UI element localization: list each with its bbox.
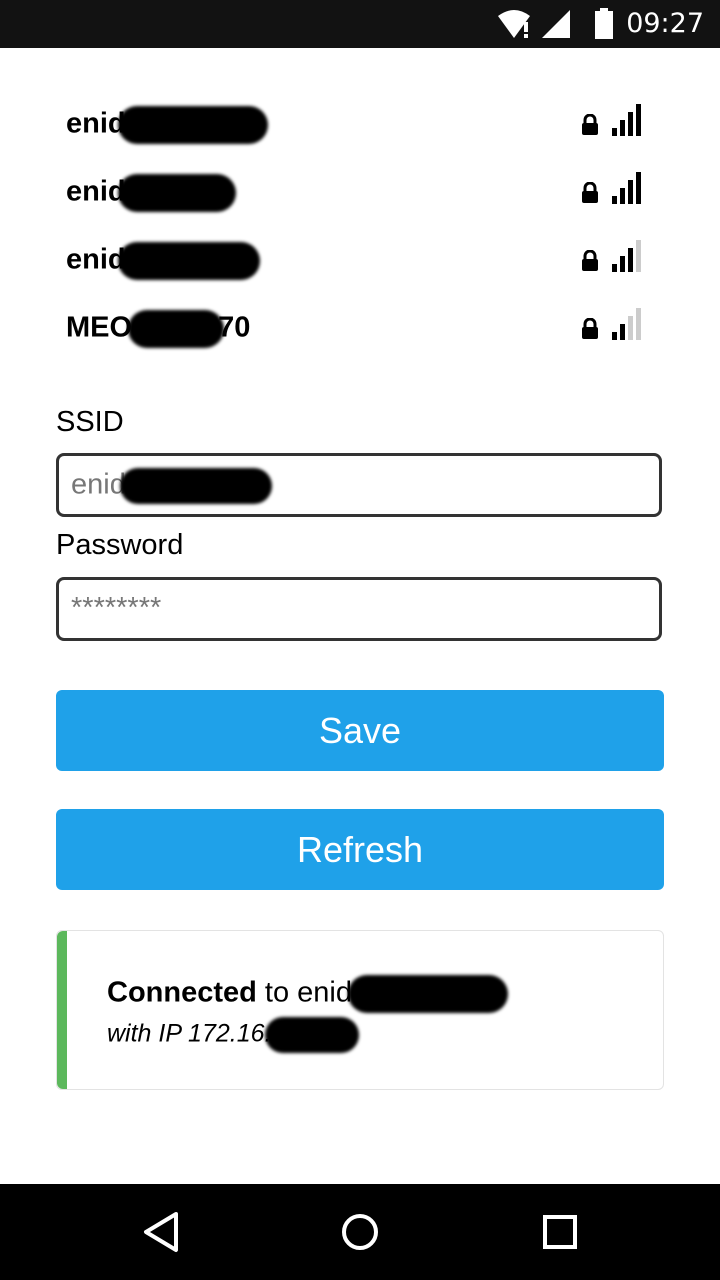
wifi-icon <box>498 10 530 38</box>
lock-icon <box>582 250 598 271</box>
network-name: enid <box>66 242 260 280</box>
refresh-button[interactable]: Refresh <box>56 809 664 890</box>
status-accent-bar <box>57 931 67 1089</box>
ssid-input[interactable]: enid <box>56 453 662 517</box>
ip-text: with IP 172.16. <box>107 1017 360 1053</box>
network-item[interactable]: enid <box>66 88 646 156</box>
ssid-value: enid <box>71 468 126 501</box>
lock-icon <box>582 114 598 135</box>
lock-icon <box>582 318 598 339</box>
lock-icon <box>582 182 598 203</box>
signal-strength-icon <box>612 308 641 340</box>
network-name: enid <box>66 106 268 144</box>
clock: 09:27 <box>626 8 704 39</box>
navigation-bar <box>0 1184 720 1280</box>
back-icon[interactable] <box>142 1210 180 1254</box>
home-icon[interactable] <box>340 1210 380 1254</box>
signal-strength-icon <box>612 104 641 136</box>
status-bar: 09:27 <box>0 0 720 48</box>
password-label: Password <box>56 529 184 561</box>
signal-strength-icon <box>612 240 641 272</box>
signal-strength-icon <box>612 172 641 204</box>
save-button[interactable]: Save <box>56 690 664 771</box>
password-value: ******** <box>71 592 162 624</box>
ssid-label: SSID <box>56 406 124 438</box>
network-name: MEO 70 <box>66 310 250 348</box>
network-item[interactable]: enid <box>66 156 646 224</box>
network-name: enid <box>66 174 236 212</box>
recent-apps-icon[interactable] <box>542 1210 578 1254</box>
connection-status: Connected to enid with IP 172.16. <box>56 930 664 1090</box>
network-item[interactable]: enid <box>66 224 646 292</box>
password-input[interactable]: ******** <box>56 577 662 641</box>
network-list: enid enid enid MEO 70 <box>66 88 646 360</box>
network-item[interactable]: MEO 70 <box>66 292 646 360</box>
battery-icon <box>595 8 613 39</box>
connected-text: Connected to enid <box>107 975 508 1013</box>
cell-signal-icon <box>542 10 570 38</box>
